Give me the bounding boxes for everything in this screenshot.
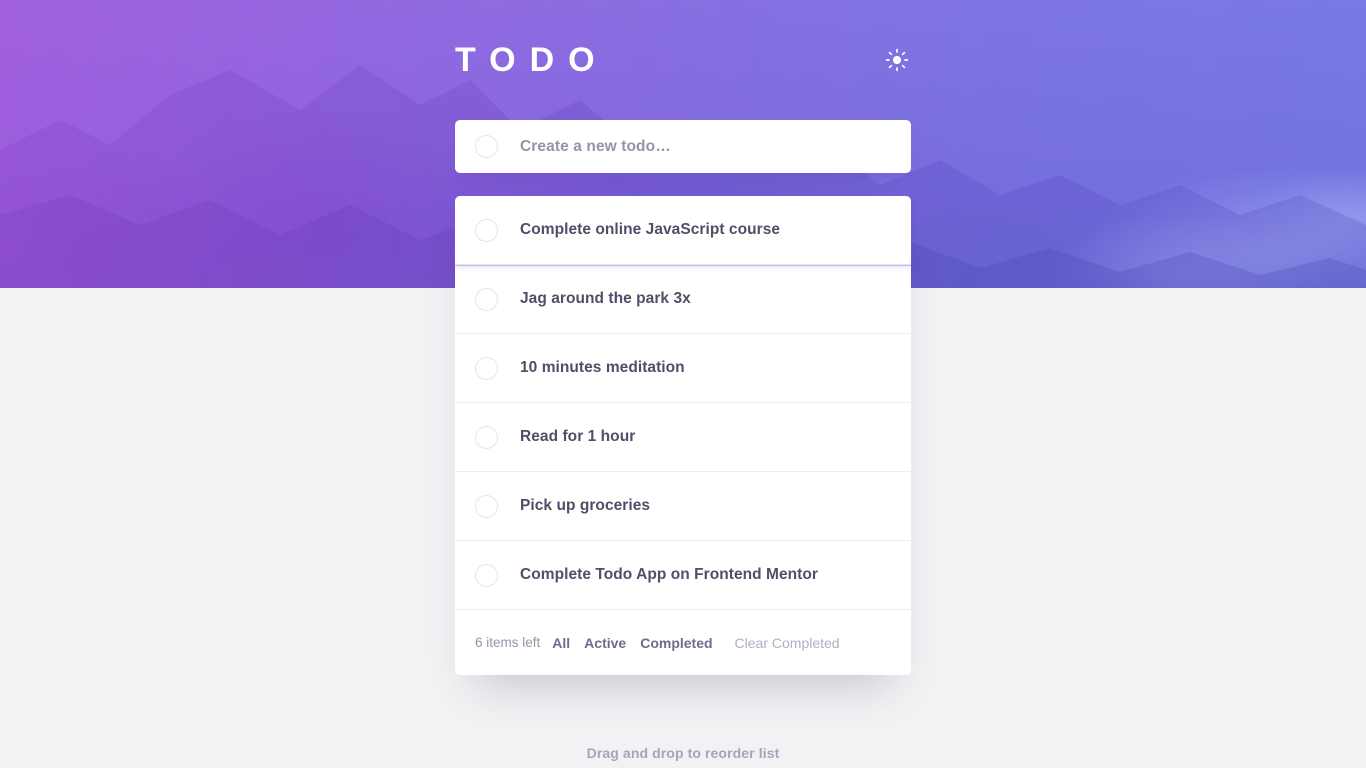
- todo-item-label: Complete Todo App on Frontend Mentor: [520, 566, 818, 583]
- filter-group: All Active Completed: [552, 635, 712, 651]
- todo-list-card: Complete online JavaScript course Jag ar…: [454, 195, 912, 675]
- todo-item[interactable]: Read for 1 hour: [455, 403, 911, 472]
- new-todo-bar: [455, 120, 911, 173]
- todo-item[interactable]: Pick up groceries: [455, 472, 911, 541]
- todo-item-label: Pick up groceries: [520, 497, 651, 514]
- todo-checkbox[interactable]: [475, 218, 498, 242]
- sun-icon: [885, 48, 909, 72]
- new-todo-input[interactable]: [520, 137, 891, 156]
- todo-item[interactable]: 10 minutes meditation: [455, 334, 911, 403]
- theme-toggle-button[interactable]: [883, 46, 911, 74]
- filter-completed-button[interactable]: Completed: [640, 635, 712, 651]
- todo-footer: 6 items left All Active Completed Clear …: [455, 610, 911, 675]
- items-left-count: 6 items left: [475, 635, 541, 650]
- todo-checkbox[interactable]: [475, 494, 498, 518]
- todo-checkbox[interactable]: [475, 356, 498, 380]
- todo-item-label: 10 minutes meditation: [520, 359, 685, 376]
- todo-item[interactable]: Jag around the park 3x: [455, 265, 911, 334]
- filter-all-button[interactable]: All: [552, 635, 570, 651]
- todo-item-label: Complete online JavaScript course: [520, 221, 781, 238]
- new-todo-checkbox[interactable]: [475, 135, 498, 158]
- clear-completed-button[interactable]: Clear Completed: [735, 635, 840, 651]
- page-title: TODO: [455, 41, 609, 79]
- todo-checkbox[interactable]: [475, 425, 498, 449]
- filter-active-button[interactable]: Active: [584, 635, 626, 651]
- header-bar: TODO: [455, 40, 911, 80]
- todo-item[interactable]: Complete online JavaScript course: [454, 195, 912, 266]
- todo-checkbox[interactable]: [475, 287, 498, 311]
- drag-drop-hint: Drag and drop to reorder list: [586, 745, 780, 761]
- todo-item-label: Read for 1 hour: [520, 428, 636, 445]
- todo-item[interactable]: Complete Todo App on Frontend Mentor: [455, 541, 911, 610]
- todo-item-label: Jag around the park 3x: [520, 290, 691, 307]
- todo-checkbox[interactable]: [475, 563, 498, 587]
